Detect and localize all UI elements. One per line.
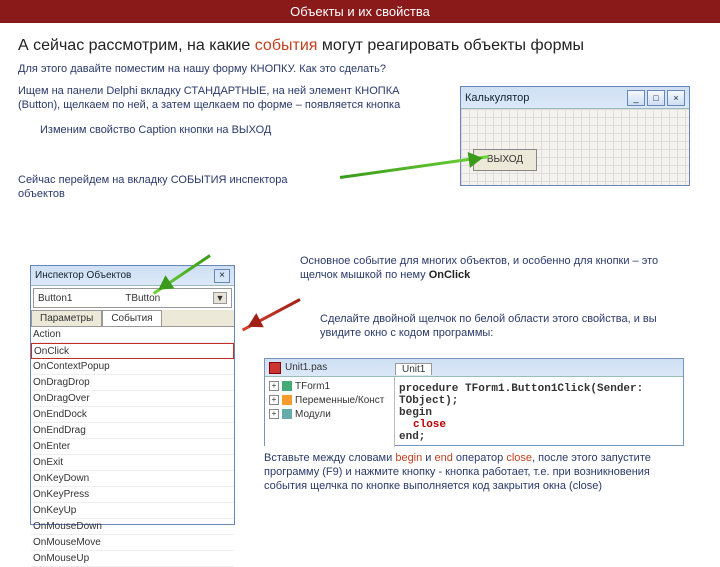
code-titlebar: Unit1.pas (265, 359, 683, 377)
calculator-titlebar: Калькулятор _ □ × (461, 87, 689, 109)
inspector-titlebar: Инспектор Объектов × (31, 266, 234, 286)
event-row[interactable]: OnExit (31, 455, 234, 471)
folder-icon (282, 395, 292, 405)
event-row[interactable]: OnEndDrag (31, 423, 234, 439)
event-row-selected[interactable]: OnClick (31, 343, 234, 359)
code-structure-tree[interactable]: +TForm1 +Переменные/Конст +Модули (265, 377, 395, 447)
slide-header: Объекты и их свойства (0, 0, 720, 23)
object-inspector: Инспектор Объектов × Button1 TButton ▼ П… (30, 265, 235, 525)
paragraph-steps: Ищем на панели Delphi вкладку СТАНДАРТНЫ… (18, 85, 402, 113)
close-button[interactable]: × (667, 90, 685, 106)
code-area[interactable]: Unit1 procedure TForm1.Button1Click(Send… (395, 377, 683, 447)
minimize-button[interactable]: _ (627, 90, 645, 106)
folder-icon (282, 409, 292, 419)
paragraph-caption: Изменим свойство Caption кнопки на ВЫХОД (40, 124, 402, 138)
event-row[interactable]: OnKeyUp (31, 503, 234, 519)
close-button[interactable]: × (214, 269, 230, 283)
event-row[interactable]: OnEndDock (31, 407, 234, 423)
chevron-down-icon[interactable]: ▼ (213, 292, 227, 304)
event-row[interactable]: OnMouseUp (31, 551, 234, 567)
event-row[interactable]: OnDragOver (31, 391, 234, 407)
tab-properties[interactable]: Параметры (31, 310, 102, 326)
tab-events[interactable]: События (102, 310, 161, 326)
code-tab[interactable]: Unit1 (395, 363, 432, 375)
paragraph-dblclick: Сделайте двойной щелчок по белой области… (320, 312, 690, 341)
slide-title: А сейчас рассмотрим, на какие события мо… (18, 37, 702, 55)
event-row[interactable]: OnEnter (31, 439, 234, 455)
event-row[interactable]: OnContextPopup (31, 359, 234, 375)
event-row[interactable]: OnDragDrop (31, 375, 234, 391)
maximize-button[interactable]: □ (647, 90, 665, 106)
inspector-event-list: Action OnClick OnContextPopup OnDragDrop… (31, 327, 234, 567)
event-row[interactable]: OnMouseMove (31, 535, 234, 551)
calculator-window: Калькулятор _ □ × ВЫХОД (460, 86, 690, 186)
event-row[interactable]: OnKeyDown (31, 471, 234, 487)
arrow-icon (242, 298, 301, 331)
event-row[interactable]: Action (31, 327, 234, 343)
file-icon (269, 362, 281, 374)
event-row[interactable]: OnKeyPress (31, 487, 234, 503)
inspector-object-select[interactable]: Button1 TButton ▼ (33, 288, 232, 308)
event-row[interactable]: OnMouseDown (31, 519, 234, 535)
calculator-title: Калькулятор (465, 92, 529, 104)
paragraph-intro: Для этого давайте поместим на нашу форму… (18, 63, 402, 77)
paragraph-onclick: Основное событие для многих объектов, и … (300, 254, 680, 283)
expand-icon[interactable]: + (269, 395, 279, 405)
paragraph-final: Вставьте между словами begin и end опера… (264, 452, 694, 493)
calculator-form-area[interactable]: ВЫХОД (461, 109, 689, 185)
paragraph-events: Сейчас перейдем на вкладку СОБЫТИЯ инспе… (18, 174, 318, 202)
class-icon (282, 381, 292, 391)
code-editor-window: Unit1.pas +TForm1 +Переменные/Конст +Мод… (264, 358, 684, 446)
expand-icon[interactable]: + (269, 409, 279, 419)
expand-icon[interactable]: + (269, 381, 279, 391)
